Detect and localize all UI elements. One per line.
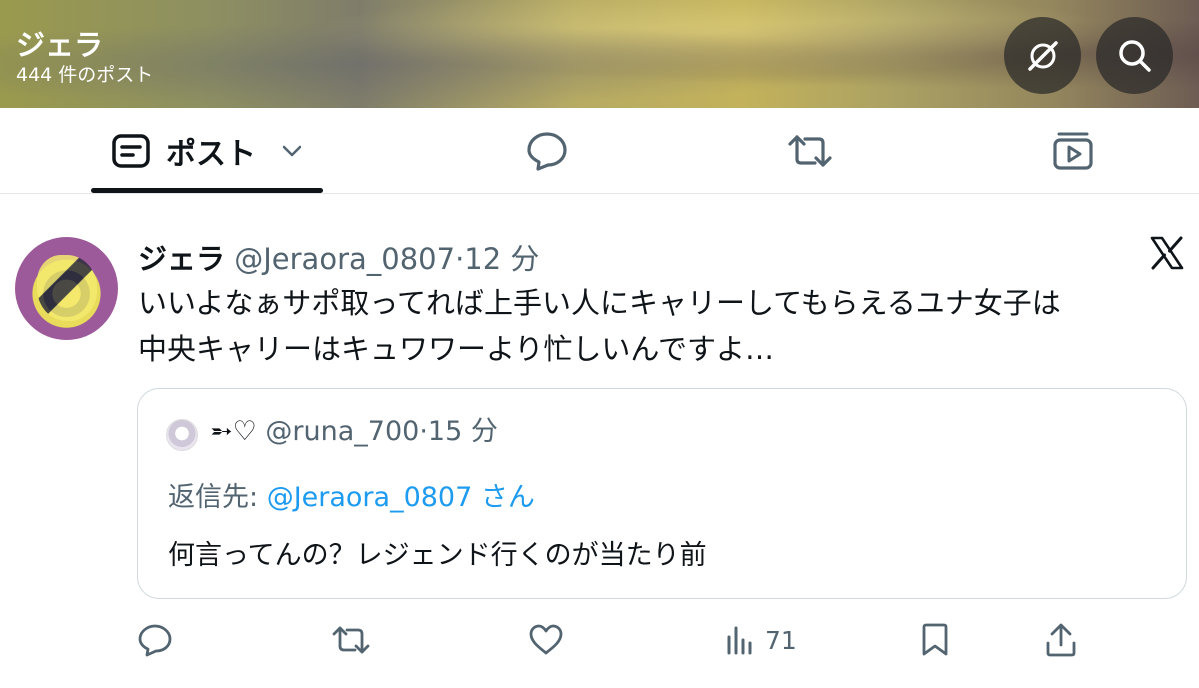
quoted-author-handle: @runa_700 — [265, 416, 420, 447]
chevron-down-icon[interactable] — [282, 145, 302, 157]
quoted-timestamp: 15 分 — [427, 416, 498, 447]
post-count: 444 件のポスト — [16, 64, 154, 86]
separator-dot: · — [455, 242, 465, 276]
quoted-avatar — [166, 419, 198, 451]
quoted-post-card[interactable]: ➵♡ @runa_700·15 分 返信先: @Jeraora_0807 さん … — [137, 388, 1187, 599]
reply-mention-link[interactable]: @Jeraora_0807 — [267, 482, 473, 513]
post-timestamp[interactable]: 12 分 — [464, 242, 539, 276]
posts-icon — [112, 134, 150, 168]
quoted-post-text: 何言ってんの？レジェンド行くのが当たり前 — [168, 540, 707, 571]
views-count: 71 — [765, 625, 797, 655]
active-tab-indicator — [91, 188, 323, 193]
bookmark-button[interactable] — [920, 620, 950, 660]
media-icon — [1053, 132, 1093, 170]
post-header: ジェラ @Jeraora_0807·12 分 — [138, 236, 539, 278]
bookmark-icon — [922, 623, 948, 656]
tab-posts[interactable]: ポスト — [91, 108, 323, 194]
tab-posts-label: ポスト — [166, 137, 256, 172]
repost-icon — [332, 626, 370, 654]
post-text-line: 中央キャリーはキュワワーより忙しいんですよ… — [138, 332, 774, 366]
reply-suffix: さん — [472, 482, 535, 513]
post-author-name[interactable]: ジェラ — [138, 242, 225, 276]
separator-dot: · — [419, 416, 428, 447]
tab-reposts[interactable] — [770, 108, 850, 194]
tab-media[interactable] — [1033, 108, 1113, 194]
share-icon — [1046, 623, 1076, 657]
analytics-icon — [727, 626, 752, 655]
tab-replies[interactable] — [507, 108, 587, 194]
profile-tabs: ポスト — [0, 108, 1199, 194]
reply-icon — [138, 624, 172, 657]
x-logo-icon — [1150, 236, 1184, 270]
post-text: いいよなぁサポ取ってれば上手い人にキャリーしてもらえるユナ女子は 中央キャリーは… — [138, 280, 1148, 372]
grok-button[interactable] — [1004, 17, 1081, 94]
reply-bubble-icon — [527, 132, 567, 171]
heart-icon — [529, 624, 563, 655]
avatar[interactable] — [15, 237, 118, 340]
profile-name: ジェラ — [16, 28, 104, 62]
reply-prefix: 返信先: — [168, 482, 267, 513]
repost-button[interactable] — [332, 620, 370, 660]
reply-button[interactable] — [137, 620, 173, 660]
share-button[interactable] — [1045, 620, 1077, 660]
search-icon — [1118, 39, 1151, 72]
repost-icon — [788, 135, 832, 167]
post-text-line: いいよなぁサポ取ってれば上手い人にキャリーしてもらえるユナ女子は — [138, 286, 1061, 320]
like-button[interactable] — [528, 620, 564, 660]
quoted-reply-context: 返信先: @Jeraora_0807 さん — [168, 475, 535, 514]
profile-header-banner: ジェラ 444 件のポスト — [0, 0, 1199, 108]
quoted-author-name: ➵♡ — [210, 416, 257, 447]
post-author-handle[interactable]: @Jeraora_0807 — [234, 242, 455, 276]
views-button[interactable]: 71 — [725, 620, 797, 660]
quoted-post-header: ➵♡ @runa_700·15 分 — [210, 409, 498, 448]
search-button[interactable] — [1096, 17, 1173, 94]
grok-icon — [1027, 40, 1058, 71]
